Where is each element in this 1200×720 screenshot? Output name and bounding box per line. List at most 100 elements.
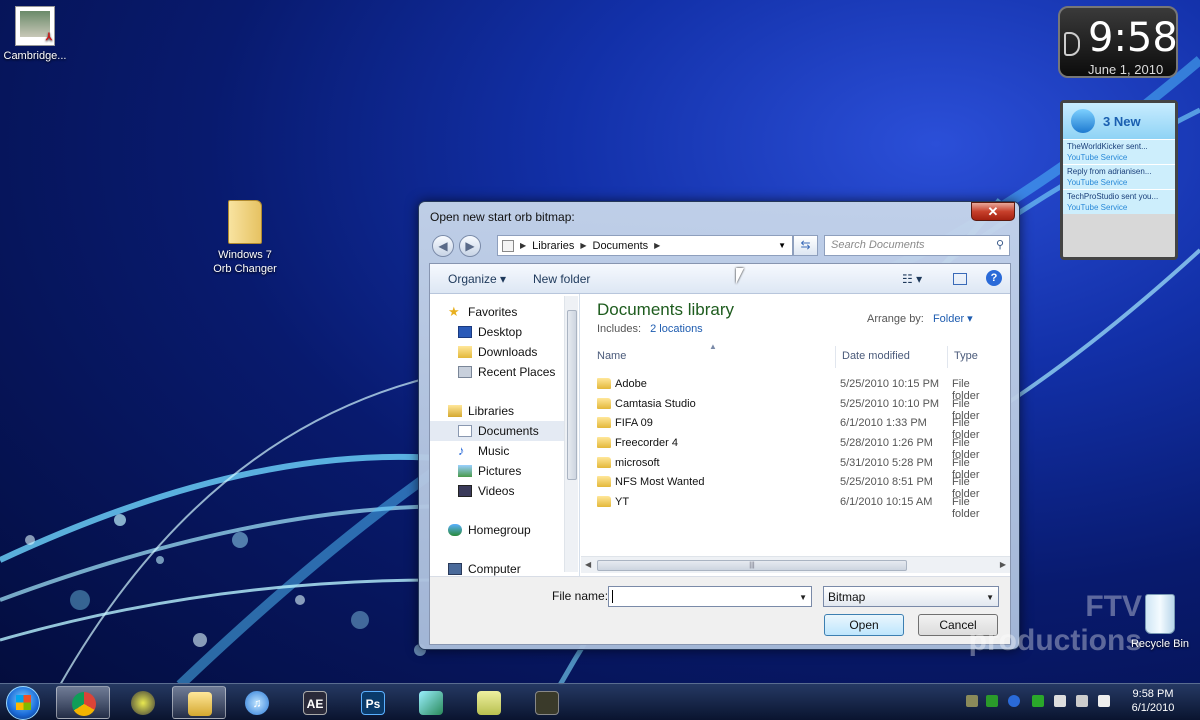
taskbar-chrome[interactable] <box>56 686 110 719</box>
file-date: 5/28/2010 1:26 PM <box>840 437 933 449</box>
file-row[interactable]: Adobe 5/25/2010 10:15 PM File folder <box>595 375 999 402</box>
nav-downloads[interactable]: Downloads <box>458 342 579 362</box>
column-header-date[interactable]: Date modified <box>842 350 910 370</box>
file-row[interactable]: YT 6/1/2010 10:15 AM File folder <box>595 493 999 520</box>
organize-button[interactable]: Organize ▾ <box>448 272 506 286</box>
taskbar-media[interactable] <box>116 686 170 719</box>
nav-libraries[interactable]: Libraries <box>448 401 579 421</box>
dropdown-arrow-icon[interactable]: ▼ <box>799 593 807 602</box>
nav-desktop[interactable]: Desktop <box>458 322 579 342</box>
nav-videos[interactable]: Videos <box>458 481 579 501</box>
nav-label: Downloads <box>478 345 538 359</box>
tray-icon[interactable] <box>986 695 998 707</box>
nav-recent-places[interactable]: Recent Places <box>458 362 579 382</box>
refresh-icon: ⇆ <box>800 238 811 252</box>
taskbar: ♫ AE Ps 9:58 PM 6/1/2010 <box>0 683 1200 720</box>
horizontal-scrollbar[interactable]: ◀ ||| ▶ <box>581 556 1010 573</box>
file-row[interactable]: Camtasia Studio 5/25/2010 10:10 PM File … <box>595 395 999 422</box>
tray-icon[interactable] <box>966 695 978 707</box>
navigation-scrollbar[interactable] <box>564 296 578 572</box>
library-includes: Includes: 2 locations <box>597 323 703 335</box>
file-name-label: File name: <box>552 589 609 603</box>
file-row[interactable]: microsoft 5/31/2010 5:28 PM File folder <box>595 454 999 481</box>
file-type-value: Bitmap <box>828 590 866 604</box>
scrollbar-thumb[interactable] <box>567 310 577 480</box>
new-folder-button[interactable]: New folder <box>533 272 590 286</box>
taskbar-after-effects[interactable]: AE <box>288 686 342 719</box>
scrollbar-thumb[interactable]: ||| <box>597 560 907 571</box>
file-row[interactable]: Freecorder 4 5/28/2010 1:26 PM File fold… <box>595 434 999 461</box>
preview-pane-icon[interactable] <box>953 273 967 285</box>
clock-gadget[interactable]: 9:58 June 1, 2010 <box>1058 6 1178 78</box>
refresh-button[interactable]: ⇆ <box>793 235 818 256</box>
close-button[interactable]: ✕ <box>971 202 1015 221</box>
start-orb[interactable] <box>6 686 40 720</box>
taskbar-camera[interactable] <box>520 686 574 719</box>
feed-item[interactable]: TechProStudio sent you... YouTube Servic… <box>1063 189 1175 214</box>
column-separator <box>947 346 948 368</box>
nav-pictures[interactable]: Pictures <box>458 461 579 481</box>
feed-icon <box>1071 109 1095 133</box>
feed-item-source: YouTube Service <box>1067 178 1128 187</box>
nav-documents[interactable]: Documents <box>430 421 566 441</box>
address-dropdown-icon[interactable]: ▼ <box>778 241 786 250</box>
nav-computer[interactable]: Computer <box>448 559 579 576</box>
taskbar-tool[interactable] <box>404 686 458 719</box>
navigation-pane: ★ Favorites Desktop Downloads Recent Pla… <box>430 294 580 576</box>
documents-icon <box>458 425 472 437</box>
feed-gadget[interactable]: 3 New TheWorldKicker sent... YouTube Ser… <box>1060 100 1178 260</box>
folder-icon <box>597 476 611 487</box>
sort-arrow-icon: ▲ <box>709 342 717 351</box>
folder-icon <box>597 398 611 409</box>
taskbar-photoshop[interactable]: Ps <box>346 686 400 719</box>
windows-logo-icon <box>16 695 31 710</box>
dialog-title: Open new start orb bitmap: <box>430 210 575 224</box>
taskbar-clock[interactable]: 9:58 PM 6/1/2010 <box>1118 687 1188 715</box>
folder-icon <box>597 437 611 448</box>
arrange-by: Arrange by: Folder ▾ <box>867 312 973 325</box>
network-icon[interactable] <box>1076 695 1088 707</box>
breadcrumb-documents[interactable]: Documents <box>593 240 649 252</box>
breadcrumb-libraries[interactable]: Libraries <box>532 240 574 252</box>
tray-icon[interactable] <box>1008 695 1020 707</box>
file-row[interactable]: FIFA 09 6/1/2010 1:33 PM File folder <box>595 414 999 441</box>
search-input[interactable]: Search Documents ⚲ <box>824 235 1010 256</box>
help-icon[interactable]: ? <box>986 270 1002 286</box>
locations-link[interactable]: 2 locations <box>650 323 703 335</box>
column-header-name[interactable]: Name <box>597 350 626 370</box>
breadcrumb-arrow-icon: ▶ <box>654 241 661 250</box>
file-row[interactable]: NFS Most Wanted 5/25/2010 8:51 PM File f… <box>595 473 999 500</box>
forward-button[interactable]: ▶ <box>459 235 481 257</box>
feed-item[interactable]: TheWorldKicker sent... YouTube Service <box>1063 139 1175 164</box>
feed-item-source: YouTube Service <box>1067 153 1128 162</box>
volume-icon[interactable] <box>1098 695 1110 707</box>
feed-item[interactable]: Reply from adrianisen... YouTube Service <box>1063 164 1175 189</box>
back-button[interactable]: ◀ <box>432 235 454 257</box>
taskbar-explorer[interactable] <box>172 686 226 719</box>
taskbar-notes[interactable] <box>462 686 516 719</box>
nav-music[interactable]: ♪ Music <box>458 441 579 461</box>
text-cursor <box>612 590 613 603</box>
address-bar[interactable]: ▶ Libraries ▶ Documents ▶ ▼ <box>497 235 793 256</box>
tray-icon[interactable] <box>1032 695 1044 707</box>
column-header-type[interactable]: Type <box>954 350 978 370</box>
taskbar-itunes[interactable]: ♫ <box>230 686 284 719</box>
arrange-dropdown[interactable]: Folder ▾ <box>933 313 973 325</box>
flag-icon[interactable] <box>1054 695 1066 707</box>
nav-favorites[interactable]: ★ Favorites <box>448 302 579 322</box>
file-date: 5/31/2010 5:28 PM <box>840 457 933 469</box>
file-name-input[interactable]: ▼ <box>608 586 812 607</box>
desktop-icon-orb-changer[interactable]: Windows 7 Orb Changer <box>200 200 290 276</box>
folder-icon <box>597 496 611 507</box>
desktop-icon-cambridge[interactable]: ⅄ Cambridge... <box>0 6 80 62</box>
scroll-right-icon[interactable]: ▶ <box>1000 560 1006 569</box>
file-name: Camtasia Studio <box>615 398 696 410</box>
open-button[interactable]: Open <box>824 614 904 636</box>
clock-time: 9:58 <box>1088 15 1178 61</box>
column-separator <box>835 346 836 368</box>
breadcrumb-arrow-icon: ▶ <box>520 241 527 250</box>
view-options-icon[interactable]: ☷ ▾ <box>902 272 922 286</box>
scroll-left-icon[interactable]: ◀ <box>585 560 591 569</box>
pdf-file-icon: ⅄ <box>15 6 55 46</box>
nav-homegroup[interactable]: Homegroup <box>448 520 579 540</box>
